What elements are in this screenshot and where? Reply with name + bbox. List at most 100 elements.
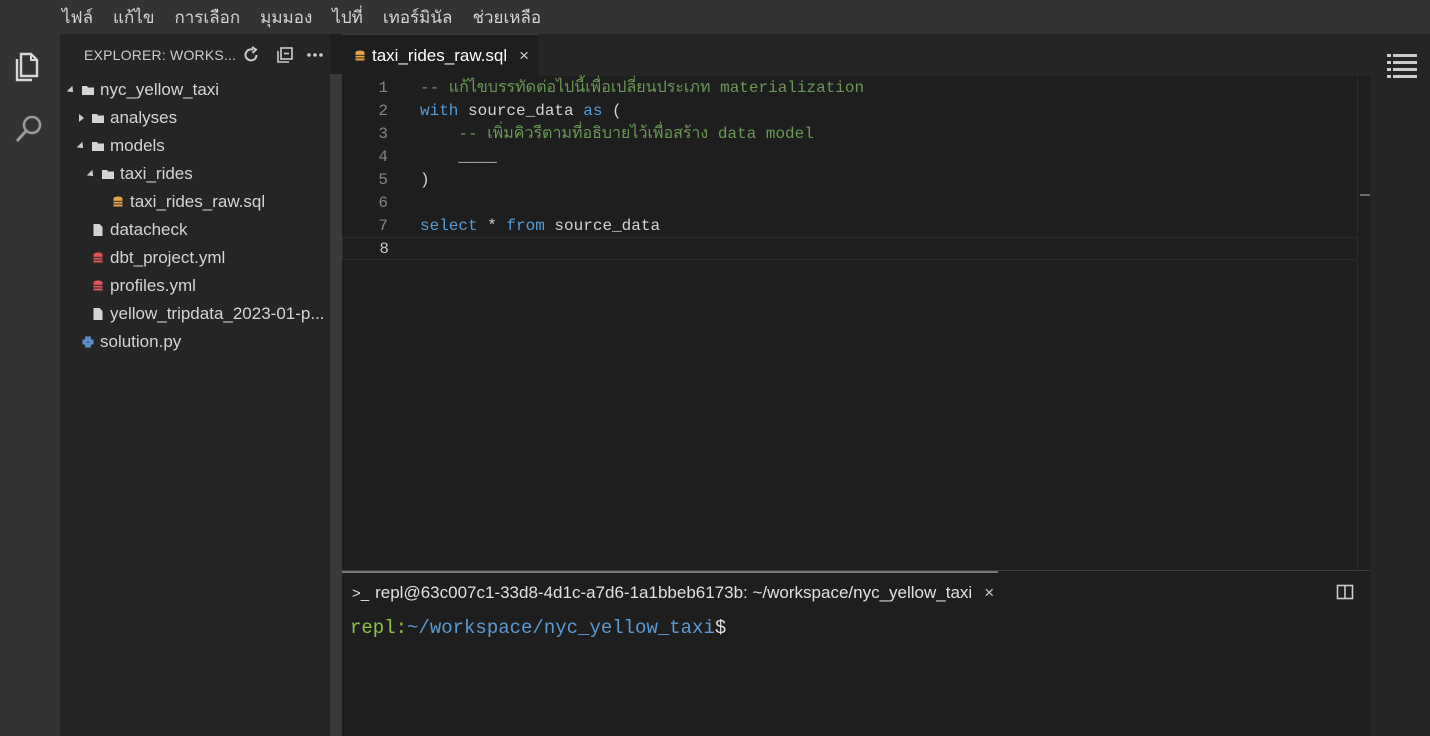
folder-icon <box>92 114 104 123</box>
chevron-down-icon <box>66 85 74 93</box>
code-line: 4 ____ <box>342 145 1358 168</box>
menu-selection[interactable]: การเลือก <box>174 4 240 31</box>
chevron-down-icon <box>86 169 94 177</box>
code-line: 7 select * from source_data <box>342 214 1358 237</box>
tree-folder-nyc-yellow-taxi[interactable]: nyc_yellow_taxi <box>60 76 330 104</box>
tree-label: solution.py <box>100 332 182 351</box>
line-number: 6 <box>378 193 388 212</box>
tree-file-datacheck[interactable]: datacheck <box>60 216 330 244</box>
editor-tab-bar: taxi_rides_raw.sql × <box>342 34 1370 76</box>
menu-bar: ไฟล์ แก้ไข การเลือก มุมมอง ไปที่ เทอร์มิ… <box>0 0 1430 34</box>
folder-icon <box>82 86 94 95</box>
yml-file-icon <box>93 280 103 291</box>
collapse-all-icon[interactable] <box>276 46 294 64</box>
line-number: 3 <box>378 124 388 143</box>
split-terminal-icon[interactable] <box>1336 583 1354 601</box>
terminal-tab[interactable]: >_ repl@63c007c1-33d8-4d1c-a7d6-1a1bbeb6… <box>342 571 998 613</box>
tree-label: analyses <box>110 108 178 127</box>
activity-bar <box>0 34 60 736</box>
code-text: with source_data as ( <box>420 102 622 120</box>
tree-label: taxi_rides_raw.sql <box>130 192 266 211</box>
line-number: 7 <box>378 216 388 235</box>
line-number: 1 <box>378 78 388 97</box>
code-paren: ( <box>602 101 622 120</box>
python-icon <box>82 336 94 348</box>
menu-edit[interactable]: แก้ไข <box>113 4 154 31</box>
code-editor[interactable]: 1 -- แก้ไขบรรทัดต่อไปนี้เพื่อเปลี่ยนประเ… <box>342 76 1372 570</box>
tree-file-solution-py[interactable]: solution.py <box>60 328 330 356</box>
code-text: ) <box>420 170 430 189</box>
tab-label: taxi_rides_raw.sql <box>372 45 508 65</box>
line-number: 2 <box>378 101 388 120</box>
prompt-symbol: $ <box>714 617 727 639</box>
chevron-down-icon <box>76 141 84 149</box>
menu-view[interactable]: มุมมอง <box>260 4 312 31</box>
code-operator: * <box>477 216 507 235</box>
menu-help[interactable]: ช่วยเหลือ <box>472 4 541 31</box>
tree-folder-taxi-rides[interactable]: taxi_rides <box>60 160 330 188</box>
terminal-panel: >_ repl@63c007c1-33d8-4d1c-a7d6-1a1bbeb6… <box>342 570 1370 736</box>
keyword-as: as <box>583 101 603 120</box>
tree-label: datacheck <box>110 220 188 239</box>
file-icon <box>93 224 103 236</box>
file-tree: nyc_yellow_taxi analyses models taxi_rid… <box>60 76 330 356</box>
menu-go[interactable]: ไปที่ <box>332 4 363 31</box>
folder-icon <box>102 170 114 179</box>
code-text: select * from source_data <box>420 217 660 235</box>
tab-taxi-rides-raw-sql[interactable]: taxi_rides_raw.sql × <box>342 34 538 76</box>
right-panel <box>1370 34 1430 736</box>
code-comment: -- เพิ่มคิวรีตามที่อธิบายไว้เพื่อสร้าง d… <box>420 125 814 143</box>
close-icon[interactable]: × <box>519 46 529 66</box>
keyword-select: select <box>420 216 478 235</box>
close-icon[interactable]: × <box>984 583 994 603</box>
refresh-icon[interactable] <box>242 46 260 64</box>
line-number: 5 <box>378 170 388 189</box>
code-line: 3 -- เพิ่มคิวรีตามที่อธิบายไว้เพื่อสร้าง… <box>342 122 1358 145</box>
code-line: 6 <box>342 191 1358 214</box>
code-placeholder: ____ <box>420 147 497 166</box>
tree-label: models <box>110 136 165 155</box>
keyword-from: from <box>506 216 545 235</box>
code-identifier: source_data <box>544 216 661 235</box>
keyword-with: with <box>420 101 459 120</box>
code-identifier: source_data <box>458 101 584 120</box>
code-line: 5 ) <box>342 168 1358 191</box>
code-line: 1 -- แก้ไขบรรทัดต่อไปนี้เพื่อเปลี่ยนประเ… <box>342 76 1358 99</box>
tree-label: profiles.yml <box>110 276 196 295</box>
database-icon <box>355 50 365 60</box>
more-icon[interactable] <box>306 46 324 64</box>
search-icon[interactable] <box>12 112 46 146</box>
tree-folder-models[interactable]: models <box>60 132 330 160</box>
line-number: 8 <box>379 239 389 258</box>
tree-folder-analyses[interactable]: analyses <box>60 104 330 132</box>
terminal-tab-label: repl@63c007c1-33d8-4d1c-a7d6-1a1bbeb6173… <box>375 583 973 602</box>
prompt-path: ~/workspace/nyc_yellow_taxi <box>407 617 715 639</box>
tree-label: yellow_tripdata_2023-01-p... <box>110 304 325 323</box>
menu-terminal[interactable]: เทอร์มินัล <box>383 4 453 31</box>
folder-icon <box>92 142 104 151</box>
file-icon <box>93 308 103 320</box>
database-icon <box>113 196 123 207</box>
files-icon[interactable] <box>12 50 46 84</box>
terminal-output[interactable]: repl:~/workspace/nyc_yellow_taxi$ <box>350 617 726 639</box>
tree-file-dbt-project-yml[interactable]: dbt_project.yml <box>60 244 330 272</box>
tree-label: nyc_yellow_taxi <box>100 80 220 99</box>
tree-label: taxi_rides <box>120 164 193 183</box>
menu-file[interactable]: ไฟล์ <box>62 4 93 31</box>
prompt-user: repl: <box>350 617 408 639</box>
editor-scrollbar[interactable] <box>1357 76 1372 570</box>
tree-label: dbt_project.yml <box>110 248 226 267</box>
terminal-icon: >_ <box>352 584 370 602</box>
explorer-title: EXPLORER: WORKS... <box>84 47 237 63</box>
code-line: 2 with source_data as ( <box>342 99 1358 122</box>
code-comment: -- แก้ไขบรรทัดต่อไปนี้เพื่อเปลี่ยนประเภท… <box>420 79 865 97</box>
chevron-right-icon <box>79 114 84 122</box>
minimap-icon[interactable] <box>1387 54 1417 78</box>
yml-file-icon <box>93 252 103 263</box>
tree-file-yellow-tripdata[interactable]: yellow_tripdata_2023-01-p... <box>60 300 330 328</box>
sidebar-scrollbar[interactable] <box>330 74 342 736</box>
explorer-sidebar: EXPLORER: WORKS... nyc_yellow_taxi analy… <box>60 34 330 736</box>
current-code-line: 8 <box>342 237 1358 260</box>
tree-file-profiles-yml[interactable]: profiles.yml <box>60 272 330 300</box>
tree-file-taxi-rides-raw-sql[interactable]: taxi_rides_raw.sql <box>60 188 330 216</box>
